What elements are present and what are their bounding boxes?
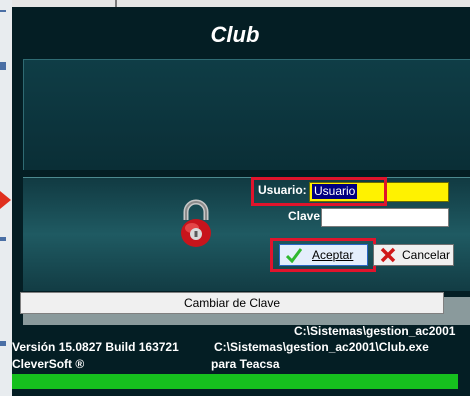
pointer-arrow-icon: [0, 191, 11, 209]
progress-fill: [12, 374, 458, 389]
user-highlight-box: [251, 177, 387, 206]
cancel-button[interactable]: Cancelar: [373, 244, 454, 266]
exe-path: C:\Sistemas\gestion_ac2001\Club.exe: [214, 340, 429, 354]
window-title: Club: [0, 7, 458, 57]
padlock-icon: [181, 199, 211, 247]
window-title-text: Club: [210, 22, 260, 47]
change-password-button[interactable]: Cambiar de Clave: [20, 292, 444, 314]
password-label: Clave:: [288, 209, 325, 223]
company-name: CleverSoft ®: [12, 357, 85, 371]
background-mark: [0, 62, 6, 70]
x-icon: [380, 247, 396, 263]
background-top-edge: [12, 0, 470, 7]
cancel-button-label: Cancelar: [402, 248, 451, 262]
password-input[interactable]: [321, 208, 449, 227]
progress-bar: [12, 374, 458, 389]
background-mark: [0, 341, 6, 346]
version-text: Versión 15.0827 Build 163721: [12, 340, 179, 354]
background-mark: [0, 237, 6, 241]
accept-highlight-box: [270, 238, 376, 272]
change-password-label: Cambiar de Clave: [183, 296, 281, 310]
install-path: C:\Sistemas\gestion_ac2001: [294, 324, 456, 338]
banner-panel: [23, 59, 470, 170]
client-name: para Teacsa: [211, 357, 280, 371]
